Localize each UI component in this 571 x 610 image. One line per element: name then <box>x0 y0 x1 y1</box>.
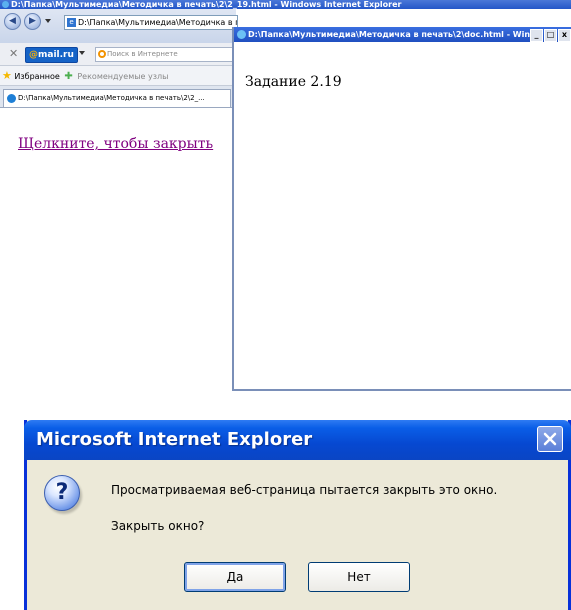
address-text: D:\Папка\Мультимедиа\Методичка в г <box>78 18 238 27</box>
mailru-logo[interactable]: @mail.ru <box>25 47 78 63</box>
no-button[interactable]: Нет <box>308 562 410 592</box>
dialog-question: Закрыть окно? <box>111 519 205 533</box>
tab-current[interactable]: D:\Папка\Мультимедиа\Методичка в печать\… <box>3 89 231 107</box>
mailru-logo-at: @ <box>29 50 38 60</box>
popup-window: D:\Папка\Мультимедиа\Методичка в печать\… <box>232 27 571 391</box>
back-icon[interactable]: ◀ <box>4 13 21 30</box>
ie-icon <box>7 94 16 103</box>
yes-button[interactable]: Да <box>184 562 286 592</box>
address-toolbar: ◀ ▶ e D:\Папка\Мультимедиа\Методичка в г <box>0 9 238 44</box>
popup-titlebar[interactable]: D:\Папка\Мультимедиа\Методичка в печать\… <box>234 27 571 42</box>
page-icon: e <box>67 18 76 27</box>
history-dropdown-icon[interactable] <box>45 19 51 23</box>
ie-icon <box>237 30 246 39</box>
address-bar[interactable]: e D:\Папка\Мультимедиа\Методичка в г <box>64 15 238 30</box>
favorites-bar: ★ Избранное ✚ Рекомендуемые узлы <box>0 66 236 86</box>
close-x-icon[interactable]: ✕ <box>9 47 18 60</box>
main-window-titlebar[interactable]: D:\Папка\Мультимедиа\Методичка в печать\… <box>0 0 571 9</box>
maximize-icon[interactable]: □ <box>544 29 557 42</box>
close-icon[interactable] <box>537 426 563 452</box>
popup-content-text: Задание 2.19 <box>245 74 342 90</box>
close-icon[interactable]: x <box>558 29 571 42</box>
tab-title: D:\Папка\Мультимедиа\Методичка в печать\… <box>18 94 205 102</box>
search-icon <box>98 50 106 58</box>
window-controls: _ □ x <box>529 29 571 42</box>
mailru-logo-text: mail.ru <box>38 50 74 60</box>
question-icon: ? <box>44 475 80 511</box>
forward-icon[interactable]: ▶ <box>24 13 41 30</box>
main-window-title: D:\Папка\Мультимедиа\Методичка в печать\… <box>11 0 402 9</box>
add-favorite-icon[interactable]: ✚ <box>64 71 72 82</box>
search-placeholder: Поиск в Интернете <box>107 50 178 58</box>
confirm-dialog: Microsoft Internet Explorer ? Просматрив… <box>24 420 571 610</box>
dialog-title: Microsoft Internet Explorer <box>36 429 313 450</box>
search-toolbar: ✕ @mail.ru Поиск в Интернете <box>0 43 238 66</box>
search-input[interactable]: Поиск в Интернете <box>95 47 238 62</box>
dialog-message: Просматриваемая веб-страница пытается за… <box>111 483 498 497</box>
star-icon: ★ <box>2 69 12 82</box>
tab-bar: D:\Папка\Мультимедиа\Методичка в печать\… <box>0 86 236 108</box>
minimize-icon[interactable]: _ <box>530 29 543 42</box>
favorites-button[interactable]: Избранное <box>14 72 59 81</box>
chevron-down-icon[interactable] <box>79 51 85 55</box>
ie-icon <box>2 1 9 8</box>
dialog-titlebar[interactable]: Microsoft Internet Explorer <box>24 420 571 460</box>
recommended-sites-button[interactable]: Рекомендуемые узлы <box>77 72 168 81</box>
popup-title: D:\Папка\Мультимедиа\Методичка в печать\… <box>248 30 540 39</box>
close-window-link[interactable]: Щелкните, чтобы закрыть <box>18 136 213 152</box>
